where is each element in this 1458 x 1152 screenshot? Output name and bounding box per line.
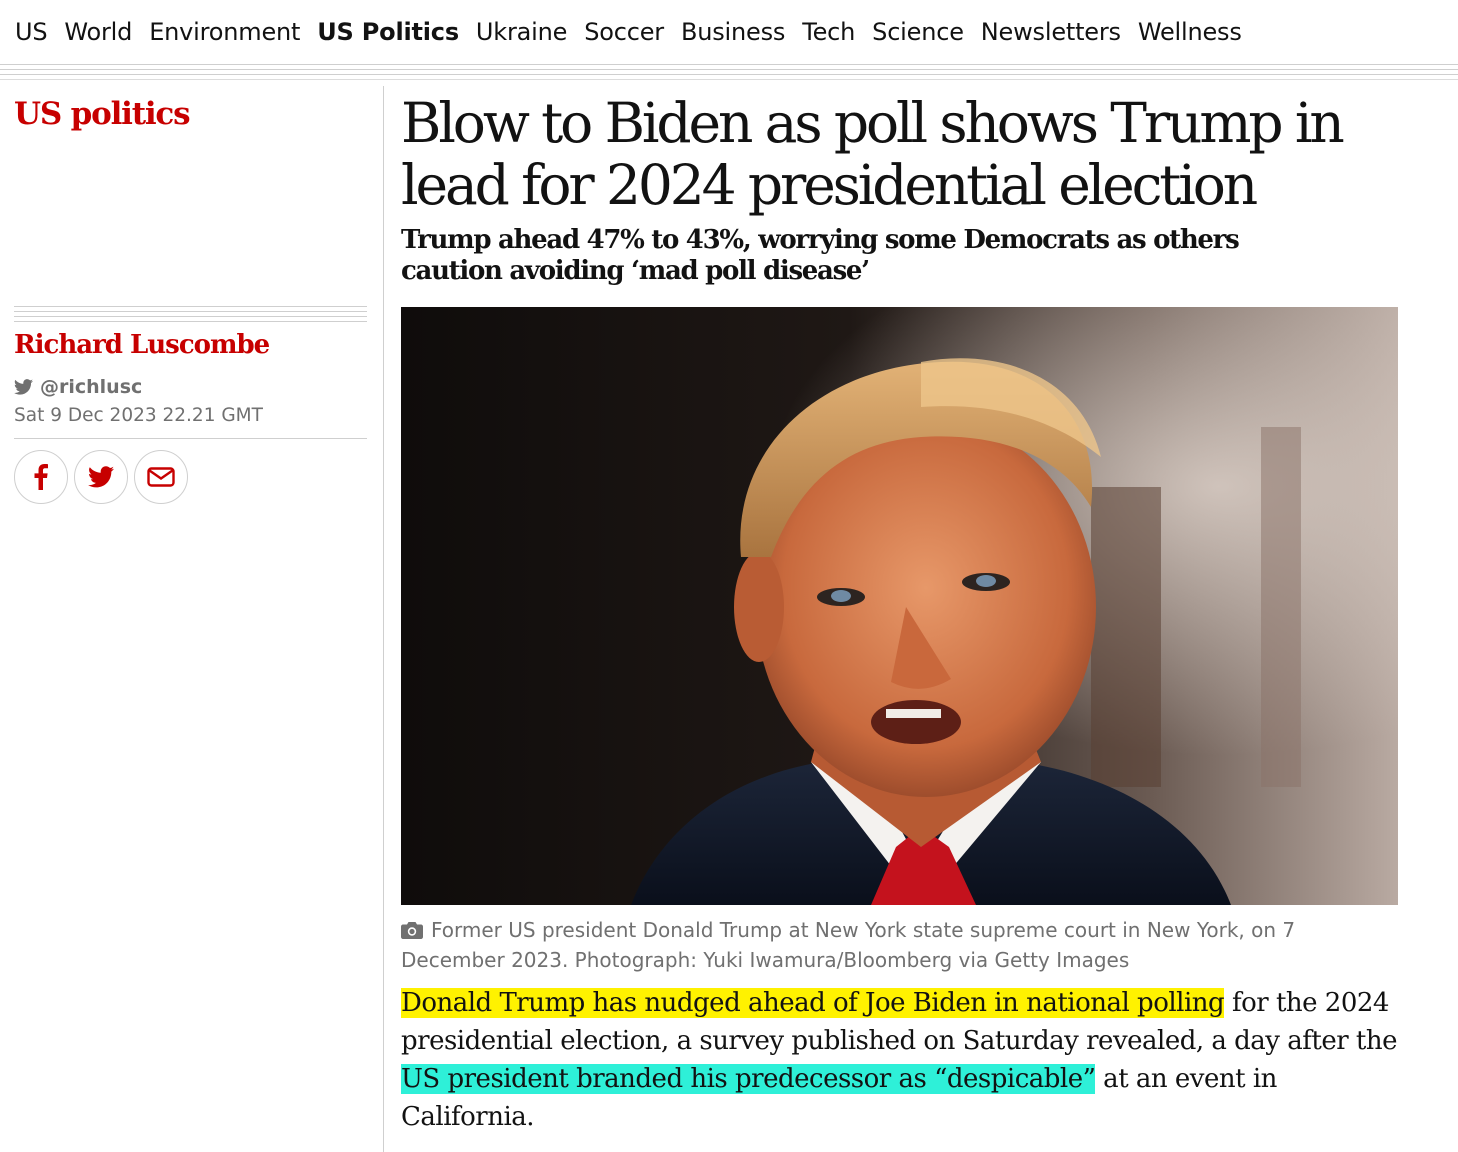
facebook-icon: [34, 464, 48, 490]
twitter-handle: @richlusc: [40, 376, 143, 398]
share-buttons: [14, 450, 194, 504]
top-navigation: US World Environment US Politics Ukraine…: [0, 0, 1458, 64]
nav-item-business[interactable]: Business: [681, 18, 785, 46]
meta-divider: [14, 306, 367, 326]
share-email-button[interactable]: [134, 450, 188, 504]
column-divider: [383, 86, 384, 1152]
nav-item-world[interactable]: World: [64, 18, 132, 46]
email-icon: [147, 467, 175, 487]
section-title[interactable]: US politics: [14, 96, 191, 132]
share-facebook-button[interactable]: [14, 450, 68, 504]
nav-item-science[interactable]: Science: [872, 18, 964, 46]
share-twitter-button[interactable]: [74, 450, 128, 504]
article-headline: Blow to Biden as poll shows Trump in lea…: [401, 91, 1345, 217]
nav-item-tech[interactable]: Tech: [802, 18, 855, 46]
nav-item-environment[interactable]: Environment: [149, 18, 300, 46]
caption-text: Former US president Donald Trump at New …: [401, 918, 1296, 972]
nav-item-newsletters[interactable]: Newsletters: [981, 18, 1121, 46]
twitter-icon: [88, 466, 114, 488]
nav-item-soccer[interactable]: Soccer: [584, 18, 664, 46]
nav-item-us-politics[interactable]: US Politics: [317, 18, 459, 46]
article-main-photo[interactable]: [401, 307, 1398, 905]
nav-item-us[interactable]: US: [15, 18, 48, 46]
author-name[interactable]: Richard Luscombe: [14, 330, 270, 360]
publish-date: Sat 9 Dec 2023 22.21 GMT: [14, 405, 263, 426]
photo-caption: Former US president Donald Trump at New …: [401, 915, 1361, 975]
share-divider: [14, 438, 367, 439]
nav-item-wellness[interactable]: Wellness: [1138, 18, 1242, 46]
twitter-bird-icon: [14, 379, 33, 395]
camera-icon: [401, 922, 423, 939]
nav-item-ukraine[interactable]: Ukraine: [476, 18, 567, 46]
highlighted-link-cyan[interactable]: US president branded his predecessor as …: [401, 1064, 1096, 1094]
portrait-illustration: [401, 307, 1398, 905]
author-twitter-link[interactable]: @richlusc: [14, 376, 142, 398]
article-standfirst: Trump ahead 47% to 43%, worrying some De…: [401, 225, 1240, 286]
article-body-paragraph: Donald Trump has nudged ahead of Joe Bid…: [401, 984, 1411, 1136]
highlighted-text-yellow[interactable]: Donald Trump has nudged ahead of Joe Bid…: [401, 988, 1225, 1018]
nav-divider: [0, 64, 1458, 84]
